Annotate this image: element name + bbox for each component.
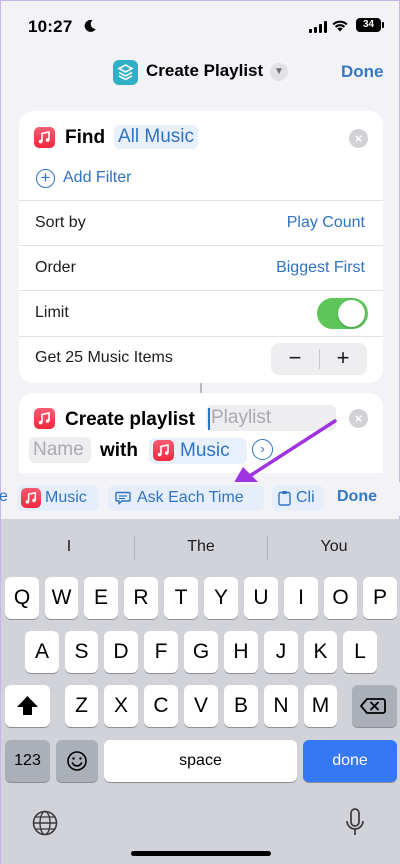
action-connector xyxy=(200,383,202,393)
add-filter-icon[interactable]: + xyxy=(36,169,55,188)
key-z[interactable]: Z xyxy=(65,685,98,727)
key-o[interactable]: O xyxy=(324,577,357,619)
divider xyxy=(19,290,383,291)
key-m[interactable]: M xyxy=(304,685,337,727)
numbers-key[interactable]: 123 xyxy=(5,740,50,782)
variable-bar-done-button[interactable]: Done xyxy=(337,488,377,506)
speech-bubble-icon xyxy=(115,491,131,505)
home-indicator xyxy=(131,851,271,856)
key-y[interactable]: Y xyxy=(204,577,238,619)
clipboard-chip[interactable]: Cli xyxy=(272,485,324,511)
suggestion-3[interactable]: You xyxy=(268,538,400,556)
source-token[interactable]: All Music xyxy=(114,125,199,149)
backspace-key[interactable] xyxy=(352,685,397,727)
order-label: Order xyxy=(35,259,76,276)
suggestion-1[interactable]: I xyxy=(3,538,135,556)
divider xyxy=(19,336,383,337)
increment-button[interactable]: + xyxy=(319,343,367,375)
key-e[interactable]: E xyxy=(84,577,118,619)
emoji-key[interactable] xyxy=(56,740,98,782)
sort-by-label: Sort by xyxy=(35,214,86,231)
key-k[interactable]: K xyxy=(304,631,337,673)
key-u[interactable]: U xyxy=(244,577,278,619)
divider xyxy=(19,200,383,201)
text-cursor xyxy=(208,408,210,430)
key-f[interactable]: F xyxy=(144,631,178,673)
battery-icon: 34 xyxy=(356,18,381,32)
item-count-label: Get 25 Music Items xyxy=(35,349,173,366)
ask-each-time-chip[interactable]: Ask Each Time xyxy=(108,485,264,511)
key-r[interactable]: R xyxy=(124,577,158,619)
shortcut-stack-icon[interactable] xyxy=(113,60,138,85)
cellular-signal-icon xyxy=(309,21,327,33)
key-h[interactable]: H xyxy=(224,631,258,673)
space-key[interactable]: space xyxy=(104,740,297,782)
key-l[interactable]: L xyxy=(343,631,377,673)
key-s[interactable]: S xyxy=(65,631,98,673)
emoji-icon xyxy=(67,751,87,771)
playlist-name-placeholder-2: Name xyxy=(33,439,84,460)
music-app-icon xyxy=(153,440,174,461)
remove-action-icon[interactable]: × xyxy=(349,129,368,148)
shift-arrow-icon xyxy=(17,696,38,715)
variable-chip-partial[interactable]: e xyxy=(0,488,8,506)
music-app-icon xyxy=(34,127,55,148)
backspace-icon xyxy=(360,698,386,714)
status-time: 10:27 xyxy=(28,17,73,36)
wifi-icon xyxy=(332,20,348,32)
key-n[interactable]: N xyxy=(264,685,298,727)
key-x[interactable]: X xyxy=(104,685,138,727)
playlist-name-field-continued[interactable]: Name xyxy=(29,437,91,463)
key-t[interactable]: T xyxy=(164,577,198,619)
key-a[interactable]: A xyxy=(25,631,59,673)
order-value[interactable]: Biggest First xyxy=(276,259,365,277)
microphone-icon[interactable] xyxy=(344,807,366,839)
remove-action-icon[interactable]: × xyxy=(349,409,368,428)
key-j[interactable]: J xyxy=(264,631,298,673)
key-c[interactable]: C xyxy=(144,685,178,727)
done-button[interactable]: Done xyxy=(341,62,384,82)
shortcut-title[interactable]: Create Playlist xyxy=(146,61,263,81)
clipboard-chip-label: Cli xyxy=(296,489,315,506)
key-v[interactable]: V xyxy=(184,685,218,727)
ask-each-time-label: Ask Each Time xyxy=(137,489,244,506)
find-label: Find xyxy=(65,127,106,148)
chip-fade xyxy=(319,485,335,511)
key-p[interactable]: P xyxy=(363,577,397,619)
battery-tip xyxy=(382,22,384,28)
suggestion-2[interactable]: The xyxy=(135,538,267,556)
music-chip-label: Music xyxy=(45,489,87,506)
chevron-down-icon[interactable]: ▼ xyxy=(270,63,288,81)
add-filter-button[interactable]: Add Filter xyxy=(63,169,131,187)
key-b[interactable]: B xyxy=(224,685,258,727)
create-playlist-label: Create playlist xyxy=(65,409,195,430)
key-w[interactable]: W xyxy=(45,577,78,619)
sort-by-value[interactable]: Play Count xyxy=(287,214,365,232)
with-label: with xyxy=(100,440,138,461)
key-i[interactable]: I xyxy=(284,577,318,619)
key-q[interactable]: Q xyxy=(5,577,39,619)
decrement-button[interactable]: − xyxy=(271,343,319,375)
music-app-icon xyxy=(21,487,41,508)
limit-label: Limit xyxy=(35,304,69,321)
music-app-icon xyxy=(34,408,55,429)
shift-key[interactable] xyxy=(5,685,50,727)
globe-icon[interactable] xyxy=(31,809,59,837)
music-variable-chip[interactable]: Music xyxy=(17,485,99,511)
keyboard-done-key[interactable]: done xyxy=(303,740,397,782)
key-g[interactable]: G xyxy=(184,631,218,673)
limit-toggle-knob[interactable] xyxy=(338,300,365,327)
moon-icon xyxy=(84,19,96,32)
key-d[interactable]: D xyxy=(104,631,138,673)
divider xyxy=(19,245,383,246)
clipboard-icon xyxy=(278,490,291,506)
